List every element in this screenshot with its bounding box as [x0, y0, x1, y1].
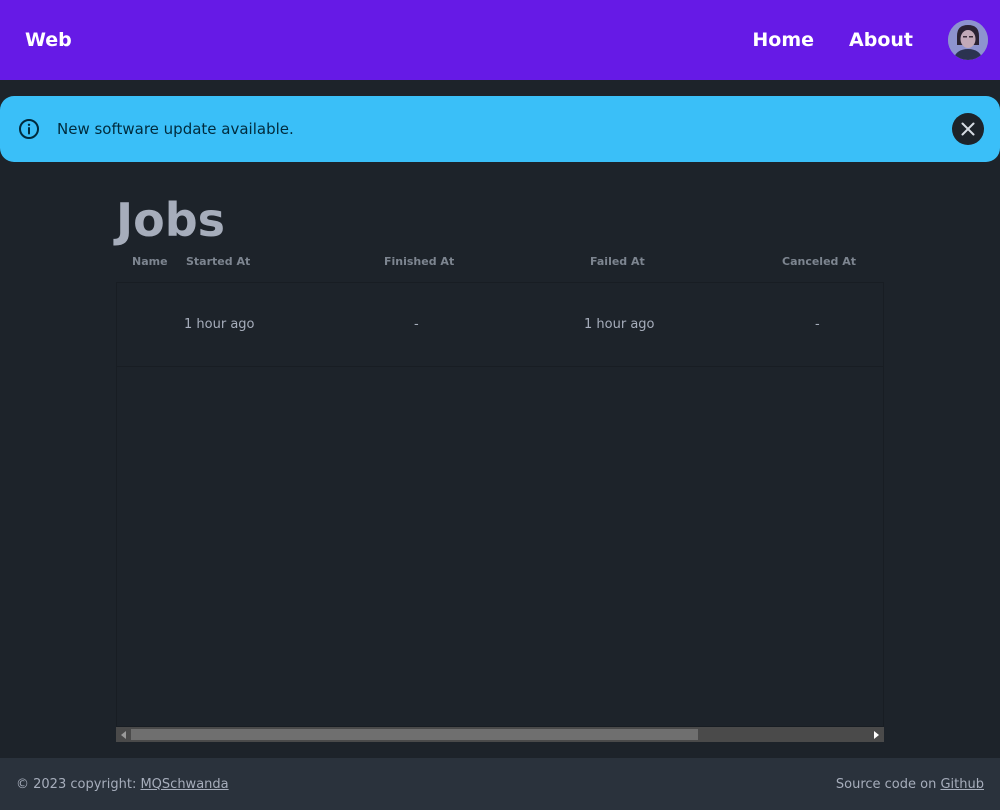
- jobs-table: Name Started At Finished At Failed At Ca…: [116, 248, 884, 742]
- author-link[interactable]: MQSchwanda: [140, 777, 228, 792]
- source-text: Source code on: [835, 776, 937, 792]
- alert-message: New software update available.: [57, 120, 294, 138]
- avatar-image: [948, 20, 988, 60]
- alert-close-button[interactable]: [952, 113, 984, 145]
- brand-link[interactable]: Web: [25, 29, 72, 51]
- github-link[interactable]: Github: [940, 777, 984, 792]
- cell-failed-at: 1 hour ago: [584, 317, 655, 332]
- column-header-name[interactable]: Name: [132, 255, 168, 268]
- nav-link-about[interactable]: About: [849, 29, 913, 51]
- update-alert: New software update available.: [0, 96, 1000, 162]
- page-title: Jobs: [116, 193, 226, 247]
- avatar[interactable]: [948, 20, 988, 60]
- cell-finished-at: -: [414, 317, 419, 332]
- cell-started-at: 1 hour ago: [184, 317, 255, 332]
- column-header-canceled-at[interactable]: Canceled At: [782, 255, 856, 268]
- table-row[interactable]: 1 hour ago - 1 hour ago -: [117, 283, 883, 367]
- footer-source: Source code on Github: [836, 777, 984, 792]
- nav-links: Home About: [752, 20, 988, 60]
- column-header-started-at[interactable]: Started At: [186, 255, 250, 268]
- column-header-finished-at[interactable]: Finished At: [384, 255, 454, 268]
- column-header-failed-at[interactable]: Failed At: [590, 255, 645, 268]
- navbar: Web Home About: [0, 0, 1000, 80]
- scrollbar-thumb[interactable]: [131, 729, 698, 740]
- footer: © 2023 copyright: MQSchwanda Source code…: [0, 758, 1000, 810]
- scroll-right-arrow-icon[interactable]: [869, 727, 884, 742]
- cell-canceled-at: -: [815, 317, 820, 332]
- table-body: 1 hour ago - 1 hour ago -: [116, 282, 884, 727]
- info-icon: [18, 118, 40, 140]
- copyright-text: © 2023 copyright:: [16, 776, 137, 792]
- horizontal-scrollbar[interactable]: [116, 727, 884, 742]
- table-header: Name Started At Finished At Failed At Ca…: [116, 248, 884, 276]
- nav-link-home[interactable]: Home: [752, 29, 814, 51]
- scroll-left-arrow-icon[interactable]: [116, 727, 131, 742]
- footer-copyright: © 2023 copyright: MQSchwanda: [16, 777, 229, 792]
- close-icon: [961, 122, 975, 136]
